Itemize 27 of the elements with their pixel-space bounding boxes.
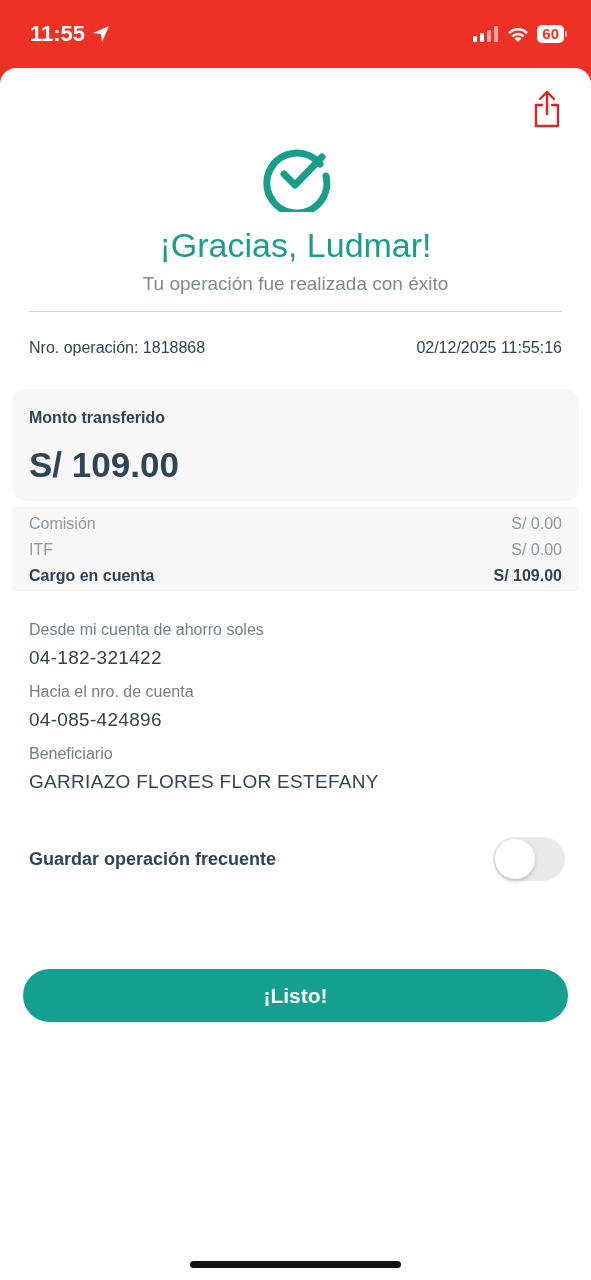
charge-value: S/ 0.00 — [511, 541, 562, 559]
detail-value: GARRIAZO FLORES FLOR ESTEFANY — [29, 771, 380, 793]
detail-label: Beneficiario — [29, 745, 114, 763]
charge-label: Cargo en cuenta — [29, 567, 155, 585]
amount-label: Monto transferido — [29, 409, 166, 427]
operation-number: Nro. operación: 1818868 — [29, 339, 206, 357]
signal-icon — [473, 26, 500, 42]
detail-label: Hacia el nro. de cuenta — [29, 683, 195, 701]
save-frequent-toggle[interactable] — [493, 837, 565, 881]
charge-label: Comisión — [29, 515, 96, 533]
operation-datetime: 02/12/2025 11:55:16 — [416, 339, 562, 357]
detail-value: 04-182-321422 — [29, 647, 163, 669]
detail-label: Desde mi cuenta de ahorro soles — [29, 621, 265, 639]
charge-value: S/ 0.00 — [511, 515, 562, 533]
share-icon[interactable] — [533, 90, 561, 128]
done-button[interactable]: ¡Listo! — [23, 969, 568, 1022]
thank-you-title: ¡Gracias, Ludmar! — [158, 226, 433, 265]
battery-level: 60 — [537, 25, 564, 43]
location-arrow-icon — [91, 24, 112, 44]
detail-value: 04-085-424896 — [29, 709, 163, 731]
status-time: 11:55 — [30, 21, 86, 47]
charge-label: ITF — [29, 541, 53, 559]
charge-value: S/ 109.00 — [493, 567, 562, 585]
success-message: Tu operación fue realizada con éxito — [141, 273, 450, 295]
save-frequent-label: Guardar operación frecuente — [29, 848, 277, 870]
amount-value: S/ 109.00 — [29, 445, 180, 485]
wifi-icon — [507, 26, 530, 42]
